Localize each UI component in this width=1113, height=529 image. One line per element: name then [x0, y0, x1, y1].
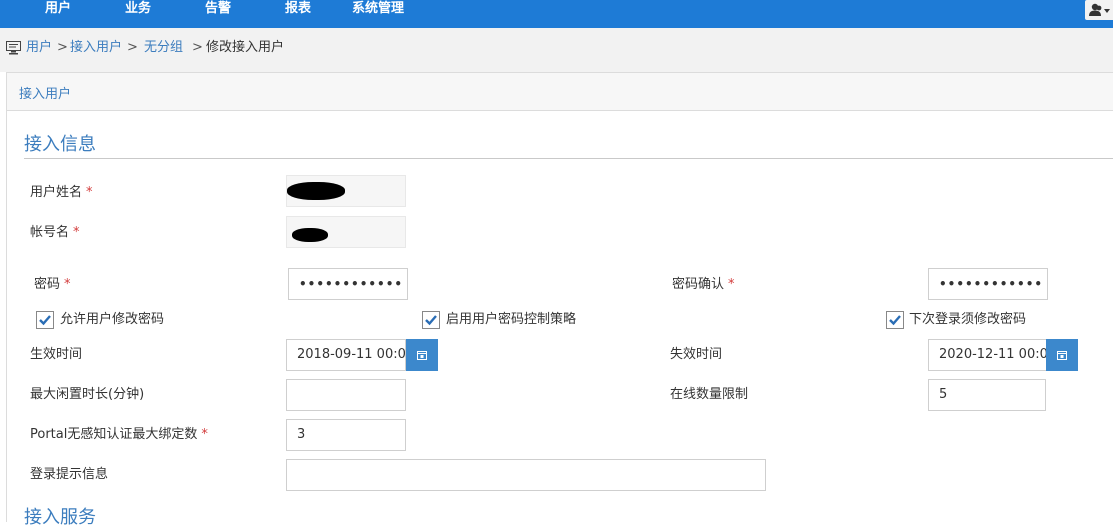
effective-time-label: 生效时间 [30, 347, 83, 362]
nav-user[interactable]: 用户 [45, 0, 71, 18]
breadcrumb-separator: > [127, 40, 138, 55]
checkmark-icon [425, 315, 437, 326]
calendar-icon [1057, 351, 1067, 360]
calendar-icon [417, 351, 427, 360]
nav-report[interactable]: 报表 [285, 0, 311, 18]
password-label: 密码 * [34, 277, 71, 292]
breadcrumb-separator: > [192, 40, 203, 55]
nav-system[interactable]: 系统管理 [352, 0, 404, 18]
breadcrumb-access-user[interactable]: 接入用户 [70, 40, 122, 56]
breadcrumb-no-group[interactable]: 无分组 [144, 40, 183, 56]
redaction-mark [287, 182, 345, 200]
redaction-mark [292, 228, 328, 242]
section-title-access-info: 接入信息 [24, 134, 96, 155]
user-name-label: 用户姓名 * [30, 185, 93, 200]
enable-policy-label: 启用用户密码控制策略 [446, 312, 577, 327]
max-idle-label: 最大闲置时长(分钟) [30, 387, 145, 402]
user-icon [1089, 3, 1110, 16]
monitor-icon [6, 41, 21, 55]
max-idle-input[interactable] [286, 379, 406, 411]
chevron-down-icon [1104, 9, 1110, 13]
expire-time-input[interactable]: 2020-12-11 00:00 [928, 339, 1048, 371]
enable-policy-checkbox[interactable] [422, 311, 440, 329]
user-menu-button[interactable] [1085, 0, 1113, 20]
expire-time-calendar-button[interactable] [1046, 339, 1078, 371]
nav-business[interactable]: 业务 [125, 0, 151, 18]
section-title-access-service: 接入服务 [24, 507, 96, 528]
user-name-field[interactable] [286, 175, 406, 207]
panel-title: 接入用户 [19, 87, 72, 102]
allow-change-checkbox[interactable] [36, 311, 54, 329]
account-label: 帐号名 * [30, 225, 80, 240]
account-field[interactable] [286, 216, 406, 248]
allow-change-label: 允许用户修改密码 [60, 312, 165, 327]
password-confirm-input[interactable]: •••••••••••• [928, 268, 1048, 300]
panel-header [7, 73, 1113, 111]
change-next-login-label: 下次登录须修改密码 [909, 312, 1027, 327]
nav-alarm[interactable]: 告警 [205, 0, 231, 18]
password-input[interactable]: •••••••••••• [288, 268, 408, 300]
change-next-login-checkbox[interactable] [886, 311, 904, 329]
login-tip-input[interactable] [286, 459, 766, 491]
portal-bind-input[interactable]: 3 [286, 419, 406, 451]
section-divider [24, 158, 1113, 159]
online-limit-label: 在线数量限制 [670, 387, 749, 402]
effective-time-input[interactable]: 2018-09-11 00:00 [286, 339, 406, 371]
online-limit-input[interactable]: 5 [928, 379, 1046, 411]
login-tip-label: 登录提示信息 [30, 467, 109, 482]
breadcrumb-user[interactable]: 用户 [26, 40, 52, 56]
breadcrumb-current: 修改接入用户 [206, 40, 285, 55]
checkmark-icon [39, 315, 51, 326]
effective-time-calendar-button[interactable] [406, 339, 438, 371]
expire-time-label: 失效时间 [670, 347, 723, 362]
password-confirm-label: 密码确认 * [672, 277, 735, 292]
breadcrumb-separator: > [57, 40, 68, 55]
checkmark-icon [889, 315, 901, 326]
portal-bind-label: Portal无感知认证最大绑定数 * [30, 427, 208, 442]
top-nav [0, 0, 1113, 28]
